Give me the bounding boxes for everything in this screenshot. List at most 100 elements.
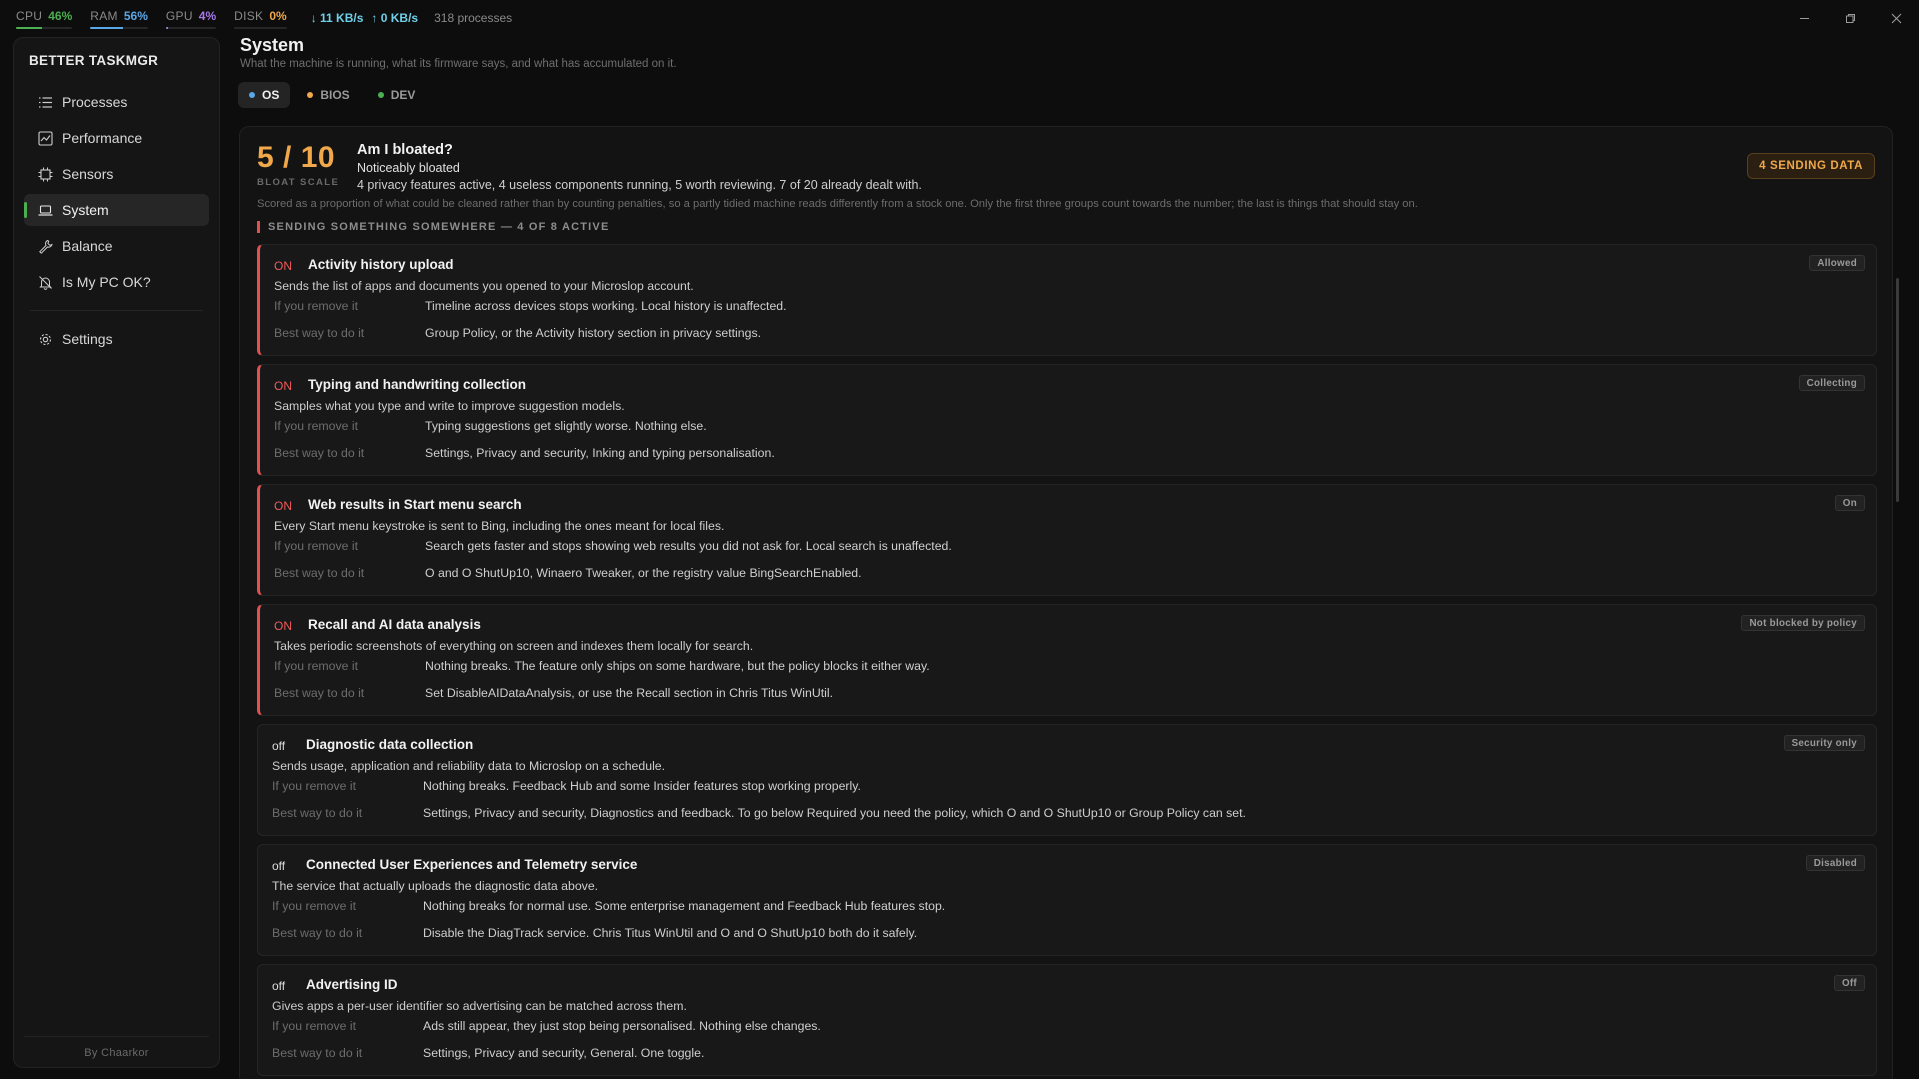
cpu-stat: CPU 46% [16, 7, 73, 29]
item-name: Typing and handwriting collection [308, 377, 526, 392]
remove-label: If you remove it [272, 1019, 357, 1033]
disk-bar [234, 27, 287, 29]
sidebar: BETTER TASKMGR Processes Performance Sen… [13, 37, 220, 1068]
restore-button[interactable] [1827, 0, 1873, 36]
sidebar-item-performance[interactable]: Performance [24, 122, 209, 154]
gpu-label: GPU [165, 9, 193, 23]
remove-label: If you remove it [272, 779, 357, 793]
privacy-item[interactable]: ON Typing and handwriting collection Colle… [257, 364, 1877, 476]
laptop-icon [37, 202, 53, 218]
sidebar-item-label: Settings [62, 331, 113, 347]
best-way-label: Best way to do it [274, 566, 365, 580]
tab-dot [377, 92, 384, 98]
close-button[interactable] [1873, 0, 1919, 36]
sidebar-item-label: Is My PC OK? [62, 274, 151, 290]
item-status-tag: On [1834, 495, 1865, 511]
verdict-note: Scored as a proportion of what could be … [257, 198, 1418, 210]
bell-off-icon [37, 274, 53, 290]
title-bar: CPU 46% RAM 56% GPU 4% DISK 0% ↓ 11 KB/s… [0, 0, 1919, 36]
privacy-item[interactable]: off Connected User Experiences and Teleme… [257, 844, 1877, 956]
tab-dot [307, 92, 314, 98]
list-icon [37, 94, 53, 110]
item-state: ON [274, 499, 292, 513]
page-title: System [240, 35, 305, 55]
remove-effect: Nothing breaks for normal use. Some ente… [423, 899, 946, 913]
item-description: Sends the list of apps and documents you… [274, 279, 694, 293]
window-controls [1781, 0, 1919, 36]
bloat-score-value: 5 / 10 [257, 141, 336, 174]
bloat-verdict: Am I bloated? Noticeably bloated 4 priva… [357, 142, 922, 192]
privacy-item[interactable]: off Diagnostic data collection Security on… [257, 724, 1877, 836]
tab-bar: OS BIOS DEV [238, 82, 426, 108]
tab-dot [249, 92, 255, 98]
tab-os[interactable]: OS [238, 82, 291, 108]
gear-icon [37, 331, 53, 347]
cpu-bar [16, 27, 73, 29]
sidebar-item-is-my-pc-ok[interactable]: Is My PC OK? [24, 266, 209, 298]
best-way-value: Disable the DiagTrack service. Chris Tit… [423, 926, 918, 940]
sidebar-item-system[interactable]: System [24, 194, 209, 226]
privacy-item[interactable]: ON Web results in Start menu search On Ever… [257, 484, 1877, 596]
ram-bar-fill [90, 27, 123, 29]
verdict-question: Am I bloated? [357, 142, 453, 158]
ram-stat: RAM 56% [90, 7, 148, 29]
restore-icon [1845, 13, 1855, 23]
gpu-value: 4% [198, 9, 217, 23]
best-way-value: O and O ShutUp10, Winaero Tweaker, or th… [425, 566, 862, 580]
remove-effect: Nothing breaks. The feature only ships o… [425, 659, 930, 673]
remove-effect: Timeline across devices stops working. L… [425, 299, 787, 313]
item-status-tag: Collecting [1798, 375, 1865, 391]
sidebar-item-label: Sensors [62, 166, 114, 182]
bloat-panel[interactable]: 5 / 10 BLOAT SCALE Am I bloated? Noticea… [239, 126, 1893, 1079]
disk-label: DISK [234, 9, 264, 23]
remove-label: If you remove it [274, 299, 359, 313]
best-way-value: Group Policy, or the Activity history se… [425, 326, 762, 340]
item-state: off [272, 739, 286, 753]
bloat-scale-label: BLOAT SCALE [257, 177, 340, 188]
app-brand: BETTER TASKMGR [29, 53, 159, 68]
minimize-button[interactable] [1781, 0, 1827, 36]
cpu-label: CPU [16, 9, 43, 23]
item-description: Gives apps a per-user identifier so adve… [272, 999, 687, 1013]
privacy-item[interactable]: ON Activity history upload Allowed Sends th… [257, 244, 1877, 356]
item-name: Web results in Start menu search [308, 497, 522, 512]
privacy-item[interactable]: off Advertising ID Off Gives apps a per-use… [257, 964, 1877, 1076]
remove-label: If you remove it [274, 659, 359, 673]
ram-value: 56% [123, 9, 148, 23]
sidebar-item-label: Balance [62, 238, 113, 254]
sidebar-item-settings[interactable]: Settings [24, 323, 209, 355]
sidebar-item-processes[interactable]: Processes [24, 86, 209, 118]
best-way-label: Best way to do it [272, 1046, 363, 1060]
scrollbar-thumb[interactable] [1896, 278, 1899, 502]
item-description: Sends usage, application and reliability… [272, 759, 666, 773]
sidebar-divider [30, 310, 203, 311]
sidebar-item-label: Processes [62, 94, 128, 110]
best-way-label: Best way to do it [274, 686, 365, 700]
best-way-value: Settings, Privacy and security, Inking a… [425, 446, 775, 460]
minimize-icon [1799, 17, 1809, 19]
best-way-label: Best way to do it [274, 446, 365, 460]
sidebar-item-label: System [62, 202, 109, 218]
item-status-tag: Disabled [1805, 855, 1865, 871]
tab-dev[interactable]: DEV [367, 82, 427, 108]
item-state: ON [274, 379, 292, 393]
sidebar-footer-divider [24, 1036, 209, 1037]
tab-bios[interactable]: BIOS [296, 82, 360, 108]
privacy-item[interactable]: ON Recall and AI data analysis Not blocked… [257, 604, 1877, 716]
remove-effect: Search gets faster and stops showing web… [425, 539, 952, 553]
item-state: off [272, 859, 286, 873]
item-state: ON [274, 619, 292, 633]
remove-effect: Typing suggestions get slightly worse. N… [425, 419, 707, 433]
remove-effect: Nothing breaks. Feedback Hub and some In… [423, 779, 861, 793]
item-description: Samples what you type and write to impro… [274, 399, 625, 413]
ram-label: RAM [90, 9, 118, 23]
gpu-stat: GPU 4% [165, 7, 217, 29]
best-way-label: Best way to do it [272, 926, 363, 940]
cpu-bar-fill [16, 27, 42, 29]
sidebar-item-sensors[interactable]: Sensors [24, 158, 209, 190]
sidebar-item-balance[interactable]: Balance [24, 230, 209, 262]
item-name: Connected User Experiences and Telemetry… [306, 857, 638, 872]
item-status-tag: Security only [1783, 735, 1865, 751]
item-status-tag: Allowed [1809, 255, 1865, 271]
net-down: ↓ 11 KB/s [310, 11, 364, 25]
